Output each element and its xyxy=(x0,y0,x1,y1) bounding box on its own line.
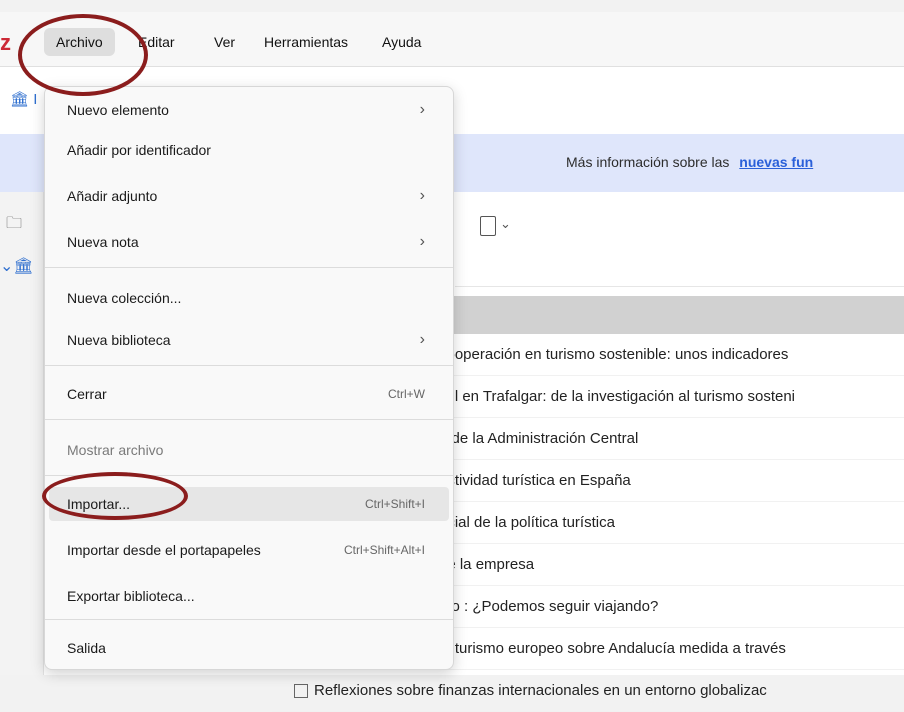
menu-item-nueva-biblioteca[interactable]: Nueva biblioteca › xyxy=(49,323,449,357)
new-collection-icon[interactable]: 🗀 xyxy=(6,212,22,239)
row-title: mo : ¿Podemos seguir viajando? xyxy=(439,598,659,615)
menu-herramientas[interactable]: Herramientas xyxy=(264,34,348,50)
menu-item-label: Añadir por identificador xyxy=(67,142,211,158)
annotation-circle-importar xyxy=(42,472,188,520)
row-title: el turismo europeo sobre Andalucía medid… xyxy=(439,640,786,657)
menu-item-nueva-nota[interactable]: Nueva nota › xyxy=(49,225,449,259)
menu-item-salida[interactable]: Salida xyxy=(49,631,449,665)
row-title: acial de la política turística xyxy=(439,514,615,531)
menu-item-label: Nuevo elemento xyxy=(67,102,169,118)
archivo-dropdown-menu: Nuevo elemento › Añadir por identificado… xyxy=(44,86,454,670)
table-row[interactable]: Reflexiones sobre finanzas internacional… xyxy=(272,670,904,712)
menu-separator xyxy=(45,619,453,620)
menu-item-label: Exportar biblioteca... xyxy=(67,588,195,604)
menu-item-anadir-adjunto[interactable]: Añadir adjunto › xyxy=(49,179,449,213)
menu-item-label: Importar desde el portapapeles xyxy=(67,542,261,558)
chevron-down-icon[interactable]: ⌄ xyxy=(500,216,511,232)
row-title: Reflexiones sobre finanzas internacional… xyxy=(314,682,767,699)
menu-item-shortcut: Ctrl+Shift+Alt+I xyxy=(343,543,425,557)
menu-item-nueva-coleccion[interactable]: Nueva colección... xyxy=(49,281,449,315)
row-title: a de la Administración Central xyxy=(439,430,639,447)
menu-item-exportar[interactable]: Exportar biblioteca... xyxy=(49,579,449,613)
app-logo: z xyxy=(0,30,11,55)
banner-message: Más información sobre las xyxy=(566,154,730,170)
row-title: actividad turística en España xyxy=(439,472,631,489)
chevron-right-icon: › xyxy=(419,101,425,118)
library-tree-icon[interactable]: ⌄🏛 xyxy=(0,256,34,276)
menu-item-label: Nueva colección... xyxy=(67,290,182,306)
document-icon xyxy=(294,684,308,699)
menu-item-cerrar[interactable]: Cerrar Ctrl+W xyxy=(49,377,449,411)
row-title: zul en Trafalgar: de la investigación al… xyxy=(439,388,796,405)
menu-item-mostrar-archivo: Mostrar archivo xyxy=(49,433,449,467)
menu-item-importar-portapapeles[interactable]: Importar desde el portapapeles Ctrl+Shif… xyxy=(49,533,449,567)
chevron-right-icon: › xyxy=(419,233,425,250)
menu-separator xyxy=(45,267,453,268)
banner-text: Más información sobre las nuevas fun xyxy=(566,154,813,170)
chevron-right-icon: › xyxy=(419,331,425,348)
row-title: cooperación en turismo sostenible: unos … xyxy=(439,346,789,363)
menu-item-label: Salida xyxy=(67,640,106,656)
library-tab-label: I xyxy=(33,91,38,108)
new-note-icon[interactable] xyxy=(480,216,496,236)
menu-ayuda[interactable]: Ayuda xyxy=(382,34,421,50)
menu-item-label: Nueva nota xyxy=(67,234,139,250)
menu-item-label: Añadir adjunto xyxy=(67,188,158,204)
annotation-circle-archivo xyxy=(18,14,148,96)
menu-item-shortcut: Ctrl+Shift+I xyxy=(364,497,425,511)
banner-link[interactable]: nuevas fun xyxy=(739,154,813,170)
menu-ver[interactable]: Ver xyxy=(214,34,235,50)
menu-item-label: Nueva biblioteca xyxy=(67,332,171,348)
chevron-right-icon: › xyxy=(419,187,425,204)
menu-item-label: Cerrar xyxy=(67,386,107,402)
menu-item-anadir-identificador[interactable]: Añadir por identificador xyxy=(49,133,449,167)
library-icon: 🏛 xyxy=(10,91,30,108)
menu-item-shortcut: Ctrl+W xyxy=(388,387,425,401)
library-tab[interactable]: 🏛 I xyxy=(10,90,37,108)
menu-separator xyxy=(45,365,453,366)
search-bar-area[interactable] xyxy=(455,244,904,287)
menu-separator xyxy=(45,419,453,420)
menu-item-nuevo-elemento[interactable]: Nuevo elemento › xyxy=(49,93,449,127)
collections-sidebar: 🗀 ⌄🏛 xyxy=(0,192,44,675)
app-window: z Archivo Editar Ver Herramientas Ayuda … xyxy=(0,12,904,712)
menu-item-label: Mostrar archivo xyxy=(67,442,164,458)
